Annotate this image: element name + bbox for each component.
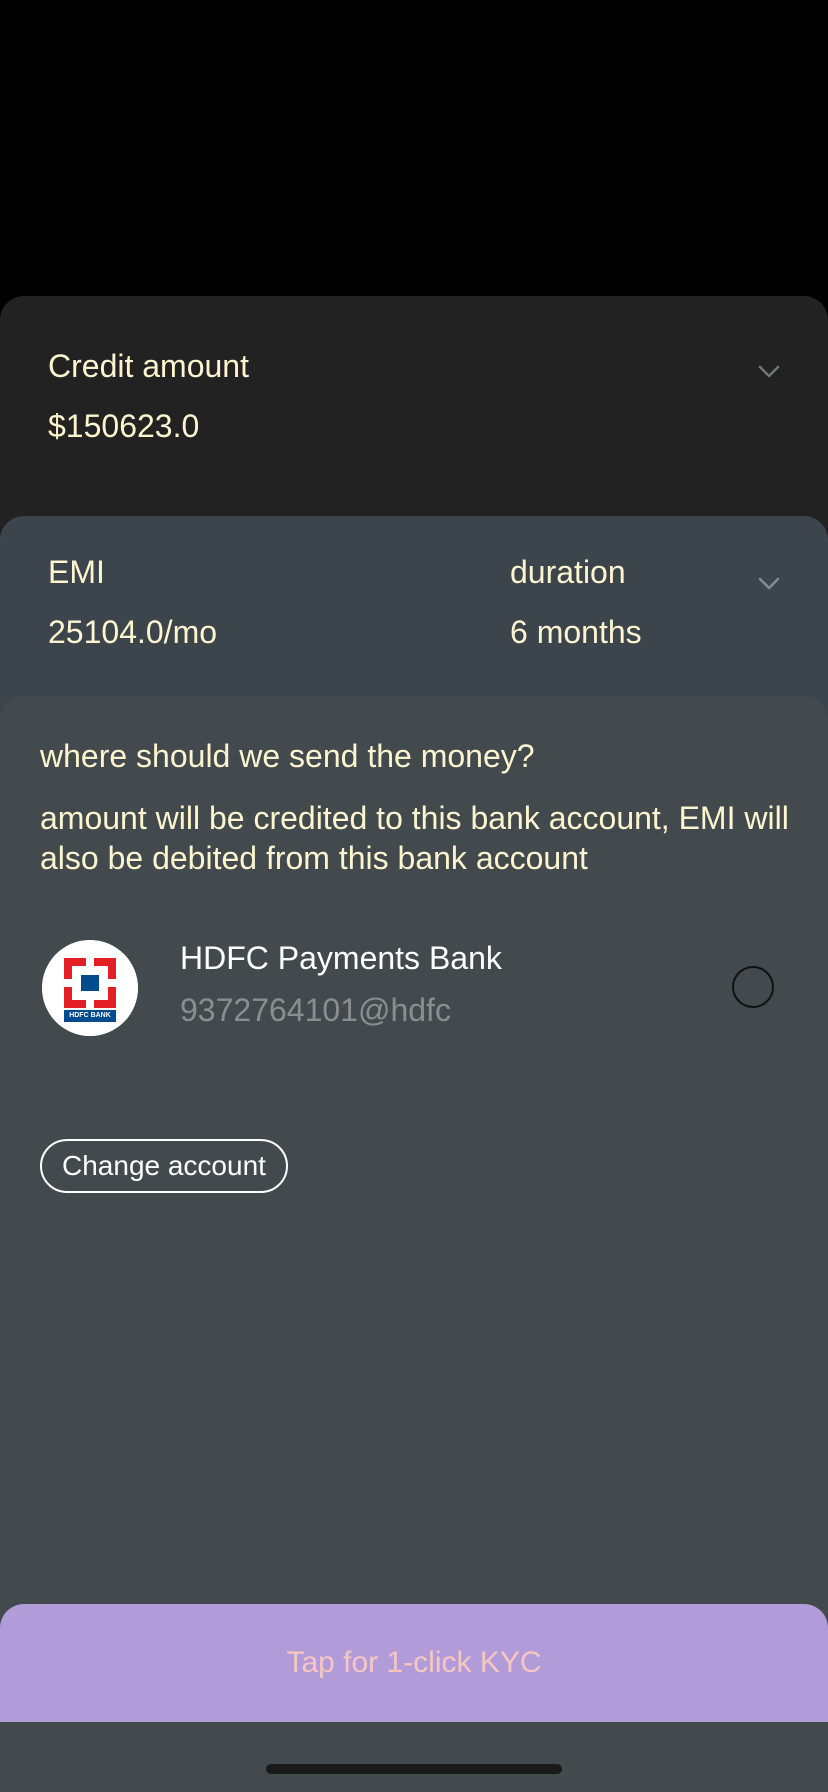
- bank-select-radio[interactable]: [732, 966, 774, 1008]
- duration-label: duration: [510, 554, 626, 590]
- emi-label: EMI: [48, 554, 105, 590]
- duration-value: 6 months: [510, 614, 642, 650]
- hdfc-bank-logo: HDFC BANK: [42, 940, 138, 1036]
- screen: Credit amount $150623.0 EMI 25104.0/mo d…: [0, 0, 828, 1792]
- bank-name: HDFC Payments Bank: [180, 940, 502, 976]
- bank-logo-text: HDFC BANK: [69, 1012, 111, 1019]
- kyc-button[interactable]: Tap for 1-click KYC: [0, 1604, 828, 1722]
- home-indicator: [266, 1764, 562, 1774]
- payout-question: where should we send the money?: [40, 738, 535, 774]
- emi-value: 25104.0/mo: [48, 614, 218, 650]
- payout-info: amount will be credited to this bank acc…: [40, 800, 789, 876]
- bank-upi-id: 9372764101@hdfc: [180, 992, 451, 1028]
- bank-logo-icon: [42, 940, 138, 1036]
- credit-amount-value: $150623.0: [48, 408, 200, 444]
- chevron-down-icon[interactable]: [756, 358, 782, 384]
- chevron-down-icon[interactable]: [756, 570, 782, 596]
- change-account-button[interactable]: Change account: [40, 1139, 288, 1193]
- credit-amount-label: Credit amount: [48, 348, 249, 384]
